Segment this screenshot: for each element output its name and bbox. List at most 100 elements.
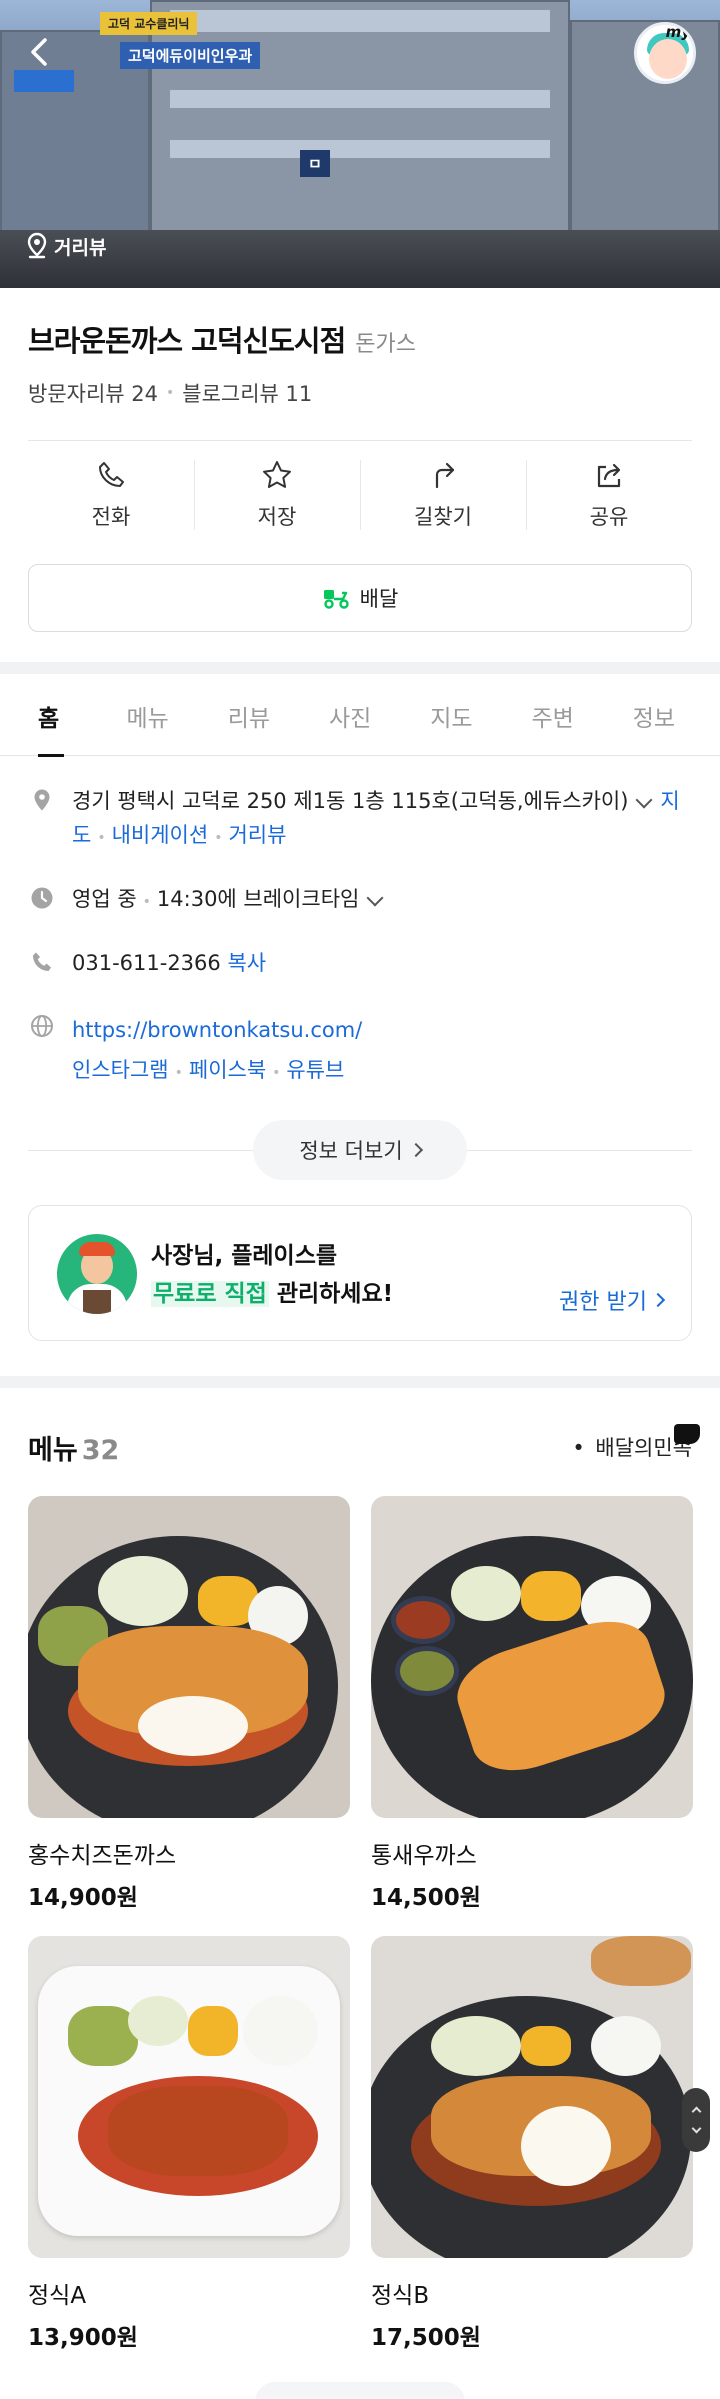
- map-pin-icon: [27, 232, 47, 259]
- hours-status: 영업 중: [72, 887, 137, 911]
- pickles-cup: [395, 1646, 459, 1696]
- cheese: [138, 1696, 248, 1756]
- hours-row[interactable]: 영업 중 • 14:30에 브레이크타임: [28, 882, 692, 919]
- hero-building: [150, 0, 570, 240]
- separator-dot: •: [142, 894, 151, 910]
- directions-button[interactable]: 길찾기: [360, 442, 526, 548]
- delivery-scooter-icon: [323, 590, 349, 609]
- menu-item-card[interactable]: 정식A 13,900원: [28, 1936, 350, 2352]
- chevron-left-icon: [31, 38, 47, 66]
- corn: [521, 1571, 581, 1621]
- menu-item-photo: [371, 1936, 693, 2258]
- cabbage: [451, 1566, 521, 1621]
- directions-icon: [435, 462, 455, 489]
- cheese: [521, 2106, 611, 2186]
- owner-banner-line2-rest: 관리하세요!: [268, 1281, 394, 1307]
- owner-claim-banner[interactable]: 사장님, 플레이스를 무료로 직접 관리하세요! 권한 받기: [28, 1205, 692, 1341]
- streetview-link[interactable]: 거리뷰: [228, 823, 286, 847]
- cabbage: [431, 2016, 521, 2076]
- tab-home[interactable]: 홈: [24, 676, 113, 757]
- menu-item-photo: [28, 1496, 350, 1818]
- hero-window: [170, 90, 550, 108]
- instagram-link[interactable]: 인스타그램: [72, 1058, 169, 1082]
- facebook-link[interactable]: 페이스북: [189, 1058, 266, 1082]
- chevron-down-icon[interactable]: [635, 791, 653, 809]
- section-gap: [0, 1376, 720, 1388]
- bread: [591, 1936, 691, 1986]
- corn: [521, 2026, 571, 2066]
- share-label: 공유: [589, 505, 629, 529]
- divider: [28, 440, 692, 441]
- menu-title: 메뉴: [28, 1435, 78, 1466]
- tab-nearby[interactable]: 주변: [518, 676, 619, 756]
- website-row: https://browntonkatsu.com/ 인스타그램 • 페이스북 • 유튜…: [28, 1010, 692, 1093]
- menu-count: 32: [81, 1435, 120, 1466]
- navigation-link[interactable]: 내비게이션: [112, 823, 209, 847]
- copy-phone-button[interactable]: 복사: [227, 951, 266, 975]
- avatar-face: [649, 39, 687, 79]
- owner-avatar-illustration: [57, 1234, 137, 1314]
- youtube-link[interactable]: 유튜브: [286, 1058, 344, 1082]
- more-info-button[interactable]: 정보 더보기: [253, 1120, 467, 1180]
- chevron-right-icon: [650, 1292, 666, 1308]
- delivery-label: 배달: [359, 587, 399, 611]
- sauce-cup: [391, 1596, 455, 1644]
- place-name: 브라운돈까스 고덕신도시점: [28, 324, 346, 358]
- my-profile-button[interactable]: my: [634, 22, 696, 84]
- cabbage: [98, 1556, 188, 1626]
- chevron-right-icon: [408, 1142, 423, 1158]
- share-icon: [597, 463, 621, 488]
- chevron-down-icon[interactable]: [366, 889, 384, 907]
- review-summary: 방문자리뷰 24 • 블로그리뷰 11: [28, 378, 312, 408]
- owner-banner-line1: 사장님, 플레이스를: [151, 1243, 338, 1269]
- streetview-button[interactable]: 거리뷰: [24, 232, 106, 260]
- location-pin-icon: [34, 789, 50, 811]
- rice: [243, 1996, 318, 2066]
- hero-window: [170, 140, 550, 158]
- save-label: 저장: [257, 505, 297, 529]
- blog-reviews-link[interactable]: 블로그리뷰 11: [182, 378, 312, 408]
- streetview-label: 거리뷰: [54, 236, 107, 259]
- call-label: 전화: [91, 505, 131, 529]
- phone-row: 031-611-2366 복사: [28, 946, 692, 980]
- delivery-button[interactable]: 배달: [28, 564, 692, 632]
- cutlet: [108, 2086, 288, 2176]
- hero-sign: ㅁ: [300, 150, 330, 177]
- rice: [591, 2016, 661, 2076]
- tab-photos[interactable]: 사진: [315, 676, 416, 756]
- star-icon: [263, 461, 291, 488]
- more-menu-button[interactable]: [255, 2382, 465, 2399]
- tab-info[interactable]: 정보: [619, 676, 720, 756]
- claim-permission-link[interactable]: 권한 받기: [559, 1284, 666, 1316]
- tab-menu[interactable]: 메뉴: [113, 676, 214, 756]
- tab-reviews[interactable]: 리뷰: [214, 676, 315, 756]
- menu-item-card[interactable]: 홍수치즈돈까스 14,900원: [28, 1496, 350, 1912]
- chevron-down-icon: [691, 2123, 701, 2134]
- website-link[interactable]: https://browntonkatsu.com/: [72, 1010, 692, 1050]
- phone-icon: [99, 462, 124, 487]
- phone-number[interactable]: 031-611-2366: [72, 951, 221, 975]
- back-button[interactable]: [22, 34, 58, 70]
- menu-item-price: 17,500원: [371, 2325, 481, 2351]
- menu-item-name: 홍수치즈돈까스: [28, 1843, 177, 1869]
- share-button[interactable]: 공유: [526, 442, 692, 548]
- save-button[interactable]: 저장: [194, 442, 360, 548]
- visitor-reviews-link[interactable]: 방문자리뷰 24: [28, 378, 158, 408]
- tab-map[interactable]: 지도: [416, 676, 517, 756]
- street-view-image[interactable]: 고덕에듀이비인우과 고덕 교수클리닉 ㅁ my 거리뷰: [0, 0, 720, 288]
- menu-section-title: 메뉴 32: [28, 1428, 119, 1467]
- menu-item-card[interactable]: 정식B 17,500원: [371, 1936, 693, 2352]
- menu-source[interactable]: 배달의민족: [572, 1424, 700, 1462]
- source-badge-icon: [674, 1424, 700, 1444]
- hours-detail: 14:30에 브레이크타임: [156, 887, 360, 911]
- scroll-handle[interactable]: [682, 2088, 710, 2152]
- separator-dot: •: [214, 830, 223, 846]
- menu-item-price: 14,500원: [371, 1885, 481, 1911]
- menu-item-card[interactable]: 통새우까스 14,500원: [371, 1496, 693, 1912]
- call-button[interactable]: 전화: [28, 442, 194, 548]
- directions-label: 길찾기: [414, 505, 472, 529]
- claim-label: 권한 받기: [559, 1290, 647, 1315]
- place-title-row: 브라운돈까스 고덕신도시점 돈가스: [28, 318, 416, 360]
- action-bar: 전화 저장 길찾기 공유: [28, 442, 692, 548]
- hero-road: [0, 230, 720, 288]
